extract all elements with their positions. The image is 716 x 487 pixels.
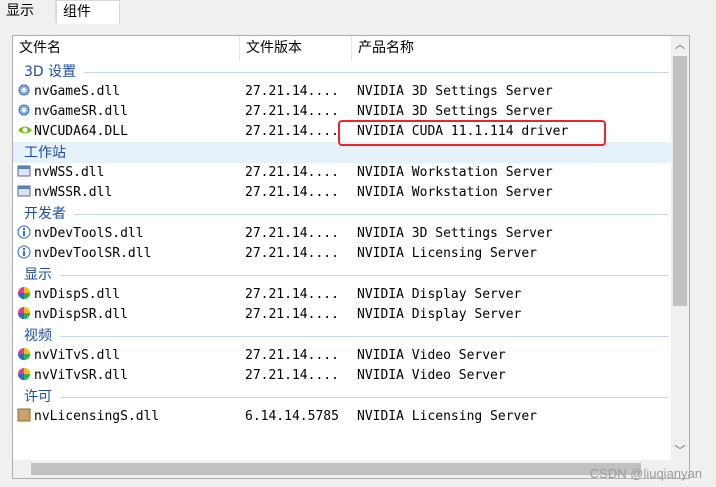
- file-version: 27.21.14....: [245, 287, 339, 302]
- vertical-scroll-thumb[interactable]: [673, 56, 687, 306]
- group-label: 3D 设置: [24, 63, 85, 81]
- product-name: NVIDIA 3D Settings Server: [357, 226, 553, 241]
- product-name: NVIDIA Video Server: [357, 348, 506, 363]
- list-item[interactable]: nvViTvSR.dll 27.21.14.... NVIDIA Video S…: [13, 366, 671, 386]
- column-header-file-version[interactable]: 文件版本: [240, 36, 352, 61]
- tab-bar: 显示 组件: [0, 0, 716, 24]
- color-wheel-icon: [17, 347, 31, 361]
- product-name: NVIDIA Video Server: [357, 368, 506, 383]
- product-name: NVIDIA Licensing Server: [357, 246, 538, 261]
- info-icon: [17, 245, 31, 259]
- group-label: 显示: [24, 266, 60, 284]
- filename: nvDevToolSR.dll: [34, 246, 152, 261]
- group-label: 许可: [24, 388, 60, 406]
- list-body: 3D 设置 nvGameS.dll 27.21.14.... NVIDIA 3D…: [13, 61, 671, 427]
- group-licensing[interactable]: 许可: [13, 386, 671, 407]
- file-version: 27.21.14....: [245, 348, 339, 363]
- filename: nvWSS.dll: [34, 165, 105, 180]
- filename: nvDispSR.dll: [34, 307, 128, 322]
- color-wheel-icon: [17, 286, 31, 300]
- list-item[interactable]: nvViTvS.dll 27.21.14.... NVIDIA Video Se…: [13, 346, 671, 366]
- filename: nvViTvS.dll: [34, 348, 121, 363]
- components-list: 文件名 文件版本 产品名称 3D 设置 nvGameS.dll 27.21.14…: [12, 35, 690, 479]
- tab-display[interactable]: 显示: [0, 0, 56, 22]
- filename: nvWSSR.dll: [34, 185, 113, 200]
- group-label: 开发者: [24, 205, 74, 223]
- list-item[interactable]: nvGameSR.dll 27.21.14.... NVIDIA 3D Sett…: [13, 102, 671, 122]
- vertical-scrollbar[interactable]: ︿ ﹀: [671, 36, 689, 460]
- product-name: NVIDIA Workstation Server: [357, 165, 553, 180]
- list-item[interactable]: nvDispS.dll 27.21.14.... NVIDIA Display …: [13, 285, 671, 305]
- file-version: 27.21.14....: [245, 307, 339, 322]
- filename: nvLicensingS.dll: [34, 409, 160, 424]
- filename: NVCUDA64.DLL: [34, 124, 128, 139]
- watermark: CSDN @liuqianyan: [589, 466, 702, 481]
- group-label: 工作站: [24, 145, 66, 161]
- file-version: 27.21.14....: [245, 104, 339, 119]
- column-header-filename[interactable]: 文件名: [13, 36, 240, 61]
- scroll-down-icon[interactable]: ﹀: [671, 442, 689, 460]
- file-version: 27.21.14....: [245, 124, 339, 139]
- product-name: NVIDIA Display Server: [357, 287, 522, 302]
- color-wheel-icon: [17, 306, 31, 320]
- list-item[interactable]: nvGameS.dll 27.21.14.... NVIDIA 3D Setti…: [13, 82, 671, 102]
- product-name: NVIDIA Display Server: [357, 307, 522, 322]
- tab-components[interactable]: 组件: [56, 0, 120, 24]
- list-item[interactable]: nvWSS.dll 27.21.14.... NVIDIA Workstatio…: [13, 163, 671, 183]
- workstation-window-icon: [17, 184, 31, 198]
- group-label: 视频: [24, 327, 60, 345]
- nvidia-eye-icon: [17, 123, 32, 137]
- filename: nvDevToolS.dll: [34, 226, 144, 241]
- license-icon: [17, 408, 31, 422]
- file-version: 27.21.14....: [245, 368, 339, 383]
- scroll-up-icon[interactable]: ︿: [671, 36, 689, 54]
- red-highlight-box: [338, 120, 606, 146]
- settings-gear-icon: [17, 83, 31, 97]
- list-item[interactable]: nvDispSR.dll 27.21.14.... NVIDIA Display…: [13, 305, 671, 325]
- file-version: 27.21.14....: [245, 165, 339, 180]
- product-name: NVIDIA Workstation Server: [357, 185, 553, 200]
- horizontal-scrollbar[interactable]: [13, 460, 673, 478]
- list-header: 文件名 文件版本 产品名称: [13, 36, 671, 61]
- file-version: 27.21.14....: [245, 84, 339, 99]
- file-version: 6.14.14.5785: [245, 409, 339, 424]
- file-version: 27.21.14....: [245, 185, 339, 200]
- product-name: NVIDIA Licensing Server: [357, 409, 538, 424]
- filename: nvViTvSR.dll: [34, 368, 128, 383]
- horizontal-scroll-thumb[interactable]: [31, 463, 641, 475]
- info-icon: [17, 225, 31, 239]
- list-item[interactable]: nvWSSR.dll 27.21.14.... NVIDIA Workstati…: [13, 183, 671, 203]
- column-header-product-name[interactable]: 产品名称: [352, 36, 671, 61]
- group-developer[interactable]: 开发者: [13, 203, 671, 224]
- list-item[interactable]: nvDevToolS.dll 27.21.14.... NVIDIA 3D Se…: [13, 224, 671, 244]
- list-item[interactable]: nvLicensingS.dll 6.14.14.5785 NVIDIA Lic…: [13, 407, 671, 427]
- color-wheel-icon: [17, 367, 31, 381]
- file-version: 27.21.14....: [245, 226, 339, 241]
- group-display[interactable]: 显示: [13, 264, 671, 285]
- filename: nvDispS.dll: [34, 287, 121, 302]
- file-version: 27.21.14....: [245, 246, 339, 261]
- group-video[interactable]: 视频: [13, 325, 671, 346]
- workstation-window-icon: [17, 164, 31, 178]
- group-3d-settings[interactable]: 3D 设置: [13, 61, 671, 82]
- product-name: NVIDIA 3D Settings Server: [357, 84, 553, 99]
- settings-gear-icon: [17, 103, 31, 117]
- filename: nvGameS.dll: [34, 84, 121, 99]
- product-name: NVIDIA 3D Settings Server: [357, 104, 553, 119]
- list-item[interactable]: nvDevToolSR.dll 27.21.14.... NVIDIA Lice…: [13, 244, 671, 264]
- filename: nvGameSR.dll: [34, 104, 128, 119]
